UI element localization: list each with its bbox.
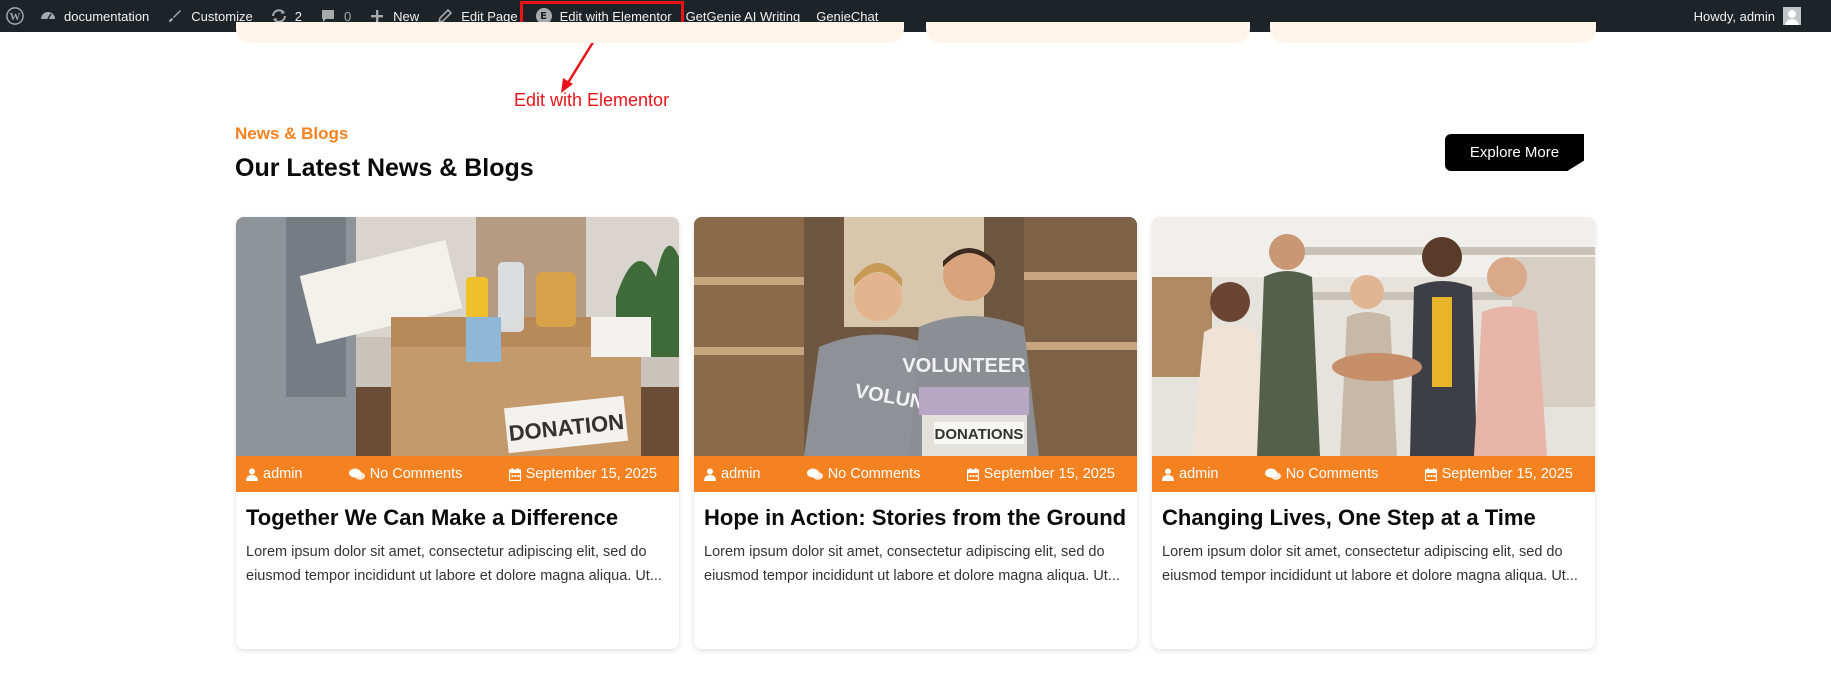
post-comments-label: No Comments [1285, 466, 1379, 482]
my-account-menu[interactable]: Howdy, admin [1694, 0, 1831, 32]
post-date[interactable]: September 15, 2025 [1424, 466, 1573, 482]
post-date-label: September 15, 2025 [1441, 466, 1573, 482]
post-date-label: September 15, 2025 [525, 466, 657, 482]
post2-shirt-label-right: VOLUNTEER [902, 355, 1026, 377]
site-name-label: documentation [64, 8, 150, 24]
post-title[interactable]: Together We Can Make a Difference [246, 506, 669, 530]
post-comments-label: No Comments [369, 466, 463, 482]
blog-card: DONATION admin No Comments September 15,… [236, 217, 679, 649]
comments-icon [1264, 468, 1281, 480]
avatar [1783, 7, 1801, 25]
previous-section-card-edge [236, 22, 904, 43]
calendar-icon [966, 467, 979, 481]
post-comments[interactable]: No Comments [1264, 466, 1379, 482]
post-thumbnail[interactable]: VOLUNTEER VOLUNTEER DONATIONS [694, 217, 1137, 456]
section-eyebrow: News & Blogs [235, 124, 349, 143]
calendar-icon [508, 467, 521, 481]
section-title: Our Latest News & Blogs [235, 154, 534, 182]
post-excerpt: Lorem ipsum dolor sit amet, consectetur … [246, 544, 662, 584]
post2-box-label: DONATIONS [935, 426, 1024, 443]
user-icon [246, 468, 258, 481]
howdy-label: Howdy, admin [1693, 8, 1775, 24]
post-date[interactable]: September 15, 2025 [966, 466, 1115, 482]
post-excerpt: Lorem ipsum dolor sit amet, consectetur … [1162, 544, 1578, 584]
post-thumbnail[interactable] [1152, 217, 1595, 456]
svg-text:W: W [10, 11, 21, 23]
post-title[interactable]: Changing Lives, One Step at a Time [1162, 506, 1585, 530]
previous-section-card-edge [926, 22, 1250, 43]
post-meta-bar: admin No Comments September 15, 2025 [236, 456, 679, 492]
post-comments[interactable]: No Comments [806, 466, 921, 482]
user-icon [704, 468, 716, 481]
calendar-icon [1424, 467, 1437, 481]
post-thumbnail[interactable]: DONATION [236, 217, 679, 456]
blog-card: admin No Comments September 15, 2025 Cha… [1152, 217, 1595, 649]
annotation-label: Edit with Elementor [514, 90, 670, 110]
comments-icon [348, 468, 365, 480]
post-meta-bar: admin No Comments September 15, 2025 [1152, 456, 1595, 492]
dashboard-icon [38, 6, 58, 26]
post-meta-bar: admin No Comments September 15, 2025 [694, 456, 1137, 492]
explore-more-button[interactable]: Explore More [1445, 134, 1584, 171]
post-author-label: admin [1179, 466, 1219, 482]
post-comments[interactable]: No Comments [348, 466, 463, 482]
previous-section-card-edge [1270, 22, 1596, 43]
wordpress-logo-icon[interactable]: W [0, 0, 30, 32]
post-author-label: admin [263, 466, 303, 482]
comments-icon [806, 468, 823, 480]
site-name-menu[interactable]: documentation [30, 0, 157, 32]
post-comments-label: No Comments [827, 466, 921, 482]
post-date-label: September 15, 2025 [983, 466, 1115, 482]
brush-icon [165, 6, 185, 26]
post-author-label: admin [721, 466, 761, 482]
post-excerpt: Lorem ipsum dolor sit amet, consectetur … [704, 544, 1120, 584]
user-icon [1162, 468, 1174, 481]
post-author[interactable]: admin [1162, 466, 1219, 482]
post-title[interactable]: Hope in Action: Stories from the Ground [704, 506, 1127, 530]
blog-card: VOLUNTEER VOLUNTEER DONATIONS admin No C… [694, 217, 1137, 649]
annotation-arrow-icon [561, 38, 597, 93]
post-author[interactable]: admin [704, 466, 761, 482]
post-date[interactable]: September 15, 2025 [508, 466, 657, 482]
post-author[interactable]: admin [246, 466, 303, 482]
